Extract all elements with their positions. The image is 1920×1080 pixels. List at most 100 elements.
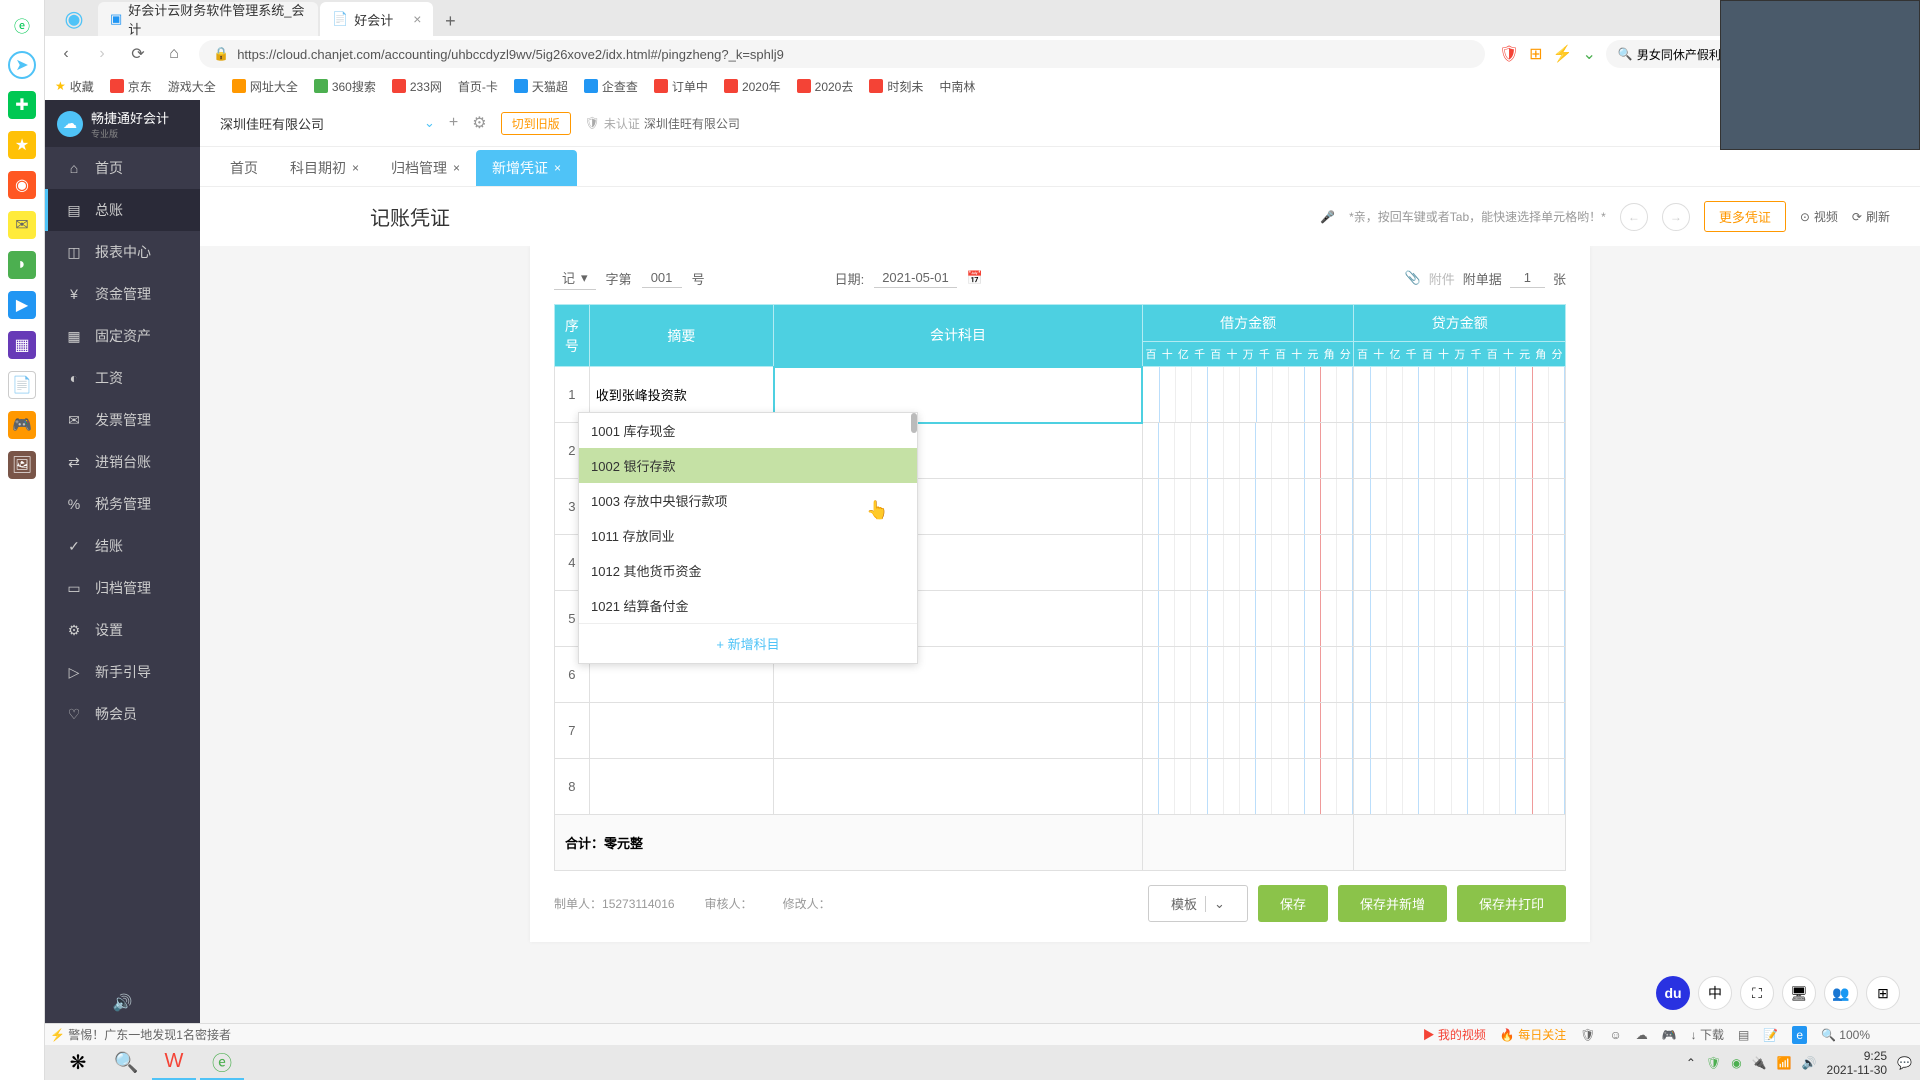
nav-assets[interactable]: ▦固定资产 (45, 315, 200, 357)
tray-volume-icon[interactable]: 🔊 (1802, 1056, 1817, 1070)
ie-icon[interactable]: e (1792, 1026, 1807, 1044)
bookmark-favorites[interactable]: ★收藏 (55, 78, 94, 95)
next-voucher-icon[interactable]: → (1662, 203, 1690, 231)
video-link[interactable]: ⊙视频 (1800, 208, 1838, 225)
save-print-button[interactable]: 保存并打印 (1457, 885, 1566, 922)
summary-cell[interactable] (589, 759, 773, 815)
debit-cell[interactable] (1142, 591, 1354, 647)
bookmark-sites[interactable]: 网址大全 (232, 78, 298, 95)
add-account-link[interactable]: + 新增科目 (579, 623, 917, 663)
account-cell[interactable] (774, 759, 1143, 815)
task-app-1[interactable]: ❋ (56, 1046, 100, 1080)
gamepad-icon[interactable]: 🎮 (1662, 1028, 1677, 1042)
browser-tab-1[interactable]: ▣ 好会计云财务软件管理系统_会计 (98, 2, 318, 36)
more-vouchers-button[interactable]: 更多凭证 (1704, 201, 1786, 232)
company-selector[interactable]: 深圳佳旺有限公司 ⌄ (220, 114, 435, 133)
flash-icon[interactable]: ⚡ (1553, 44, 1573, 64)
debit-cell[interactable] (1142, 535, 1354, 591)
tray-clock[interactable]: 9:25 2021-11-30 (1827, 1049, 1888, 1077)
download-link[interactable]: ↓ 下载 (1691, 1026, 1724, 1043)
bookmark-qcc[interactable]: 企查查 (584, 78, 638, 95)
nav-close[interactable]: ✓结账 (45, 525, 200, 567)
shield-icon[interactable]: 🛡 (1499, 44, 1519, 64)
float-lang-icon[interactable]: 中 (1698, 976, 1732, 1010)
nav-settings[interactable]: ⚙设置 (45, 609, 200, 651)
credit-cell[interactable] (1354, 703, 1566, 759)
task-search[interactable]: 🔍 (104, 1046, 148, 1080)
clip-icon[interactable]: 📎 (1405, 270, 1421, 286)
os-icon-browser[interactable]: ⓔ (8, 11, 36, 39)
slip-count-input[interactable]: 1 (1510, 268, 1545, 288)
os-icon-wechat[interactable]: ◗ (8, 251, 36, 279)
tab-close-icon[interactable]: × (413, 11, 421, 27)
bookmark-time[interactable]: 时刻未 (869, 78, 923, 95)
bookmark-znl[interactable]: 中南林 (939, 78, 975, 95)
dropdown-item[interactable]: 1021 结算备付金 (579, 588, 917, 623)
bookmark-233[interactable]: 233网 (392, 78, 442, 95)
nav-salary[interactable]: ◐工资 (45, 357, 200, 399)
bookmark-tmall[interactable]: 天猫超 (514, 78, 568, 95)
status-alert[interactable]: ⚡ 警惕！广东一地发现1名密接者 (50, 1026, 1405, 1043)
bookmark-2020a[interactable]: 2020年 (724, 78, 781, 95)
os-icon-green[interactable]: ✚ (8, 91, 36, 119)
credit-cell[interactable] (1354, 479, 1566, 535)
task-wps[interactable]: W (152, 1046, 196, 1080)
prev-voucher-icon[interactable]: ← (1620, 203, 1648, 231)
tray-security-icon[interactable]: 🛡 (1706, 1056, 1721, 1070)
nav-inventory[interactable]: ⇄进销台账 (45, 441, 200, 483)
tray-360-icon[interactable]: ◉ (1731, 1056, 1741, 1070)
baidu-icon[interactable]: du (1656, 976, 1690, 1010)
new-tab-button[interactable]: + (435, 6, 465, 36)
tray-up-icon[interactable]: ⌃ (1686, 1056, 1696, 1070)
debit-cell[interactable] (1142, 647, 1354, 703)
bookmark-order[interactable]: 订单中 (654, 78, 708, 95)
bookmark-360[interactable]: 360搜索 (314, 78, 376, 95)
smile-icon[interactable]: ☺ (1609, 1028, 1621, 1042)
tab-close-icon[interactable]: × (453, 161, 460, 175)
tray-notification-icon[interactable]: 💬 (1897, 1056, 1912, 1070)
bookmark-home[interactable]: 首页-卡 (458, 78, 498, 95)
url-input[interactable]: 🔒 https://cloud.chanjet.com/accounting/u… (199, 40, 1485, 68)
os-icon-game[interactable]: 🎮 (8, 411, 36, 439)
tray-power-icon[interactable]: 🔌 (1752, 1056, 1767, 1070)
debit-cell[interactable] (1142, 367, 1354, 423)
scrollbar-thumb[interactable] (911, 413, 917, 433)
os-icon-blue[interactable]: ▶ (8, 291, 36, 319)
dropdown-item[interactable]: 1012 其他货币资金 (579, 553, 917, 588)
credit-cell[interactable] (1354, 647, 1566, 703)
debit-cell[interactable] (1142, 423, 1354, 479)
float-screen-icon[interactable]: 🖥 (1782, 976, 1816, 1010)
speaker-icon[interactable]: 🔊 (45, 983, 200, 1023)
cloud-icon[interactable]: ☁ (1636, 1028, 1648, 1042)
nav-guide[interactable]: ▷新手引导 (45, 651, 200, 693)
template-button[interactable]: 模板⌄ (1148, 885, 1248, 922)
credit-cell[interactable] (1354, 591, 1566, 647)
os-icon-purple[interactable]: ▦ (8, 331, 36, 359)
nav-tax[interactable]: %税务管理 (45, 483, 200, 525)
tools-icon[interactable]: ▤ (1738, 1028, 1749, 1042)
nav-ledger[interactable]: ▤总账 (45, 189, 200, 231)
credit-cell[interactable] (1354, 423, 1566, 479)
tab-close-icon[interactable]: × (352, 161, 359, 175)
app-tab-subjects[interactable]: 科目期初× (274, 150, 375, 186)
nav-funds[interactable]: ¥资金管理 (45, 273, 200, 315)
zoom-level[interactable]: 🔍 100% (1821, 1028, 1870, 1042)
add-company-icon[interactable]: + (449, 114, 458, 132)
date-value[interactable]: 2021-05-01 (874, 268, 957, 288)
os-icon-star[interactable]: ★ (8, 131, 36, 159)
refresh-link[interactable]: ⟳刷新 (1852, 208, 1890, 225)
bookmark-jd[interactable]: 京东 (110, 78, 152, 95)
debit-cell[interactable] (1142, 479, 1354, 535)
calendar-icon[interactable]: 📅 (967, 270, 983, 286)
settings-top-icon[interactable]: ⚙ (472, 113, 486, 133)
nav-archive[interactable]: ▭归档管理 (45, 567, 200, 609)
dropdown-item[interactable]: 1001 库存现金 (579, 413, 917, 448)
back-icon[interactable]: ‹ (55, 43, 77, 65)
app-tab-voucher[interactable]: 新增凭证× (476, 150, 577, 186)
credit-cell[interactable] (1354, 535, 1566, 591)
task-browser[interactable]: ⓔ (200, 1046, 244, 1080)
tab-close-icon[interactable]: × (554, 161, 561, 175)
account-cell[interactable] (774, 703, 1143, 759)
verify-status[interactable]: 🛡 未认证 深圳佳旺有限公司 (585, 115, 740, 132)
summary-cell[interactable] (589, 703, 773, 759)
